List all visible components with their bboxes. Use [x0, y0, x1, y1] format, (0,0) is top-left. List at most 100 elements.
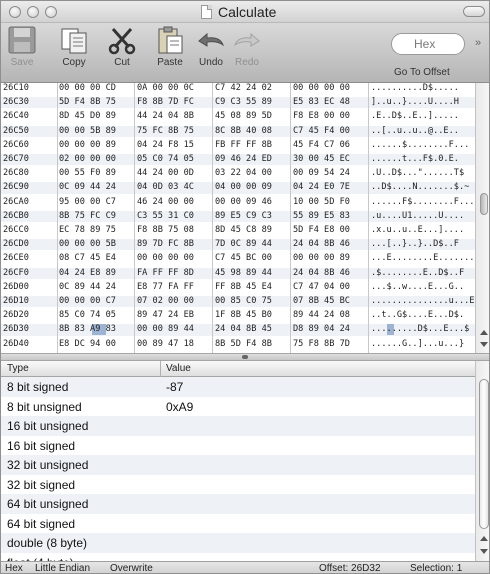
hex-ascii-text[interactable]: ...............u...E. [371, 296, 480, 307]
hex-row-offset[interactable]: 26D40 [3, 339, 55, 350]
hex-byte-group[interactable]: C7 42 24 02 [215, 83, 286, 94]
hex-byte-group[interactable]: E8 77 FA FF [137, 282, 208, 293]
hex-byte-group[interactable]: 95 00 00 C7 [59, 197, 130, 208]
inspector-row[interactable]: double (8 byte) [1, 533, 475, 553]
inspector-row[interactable]: 32 bit signed [1, 474, 475, 494]
hex-byte-group[interactable]: 7D 0C 89 44 [215, 239, 286, 250]
hex-byte-group[interactable]: 24 04 8B 46 [293, 268, 364, 279]
hex-byte-group[interactable]: 24 04 8B 46 [293, 239, 364, 250]
search-field[interactable]: Hex [391, 33, 465, 55]
save-button[interactable]: Save [5, 25, 39, 68]
hex-row[interactable]: 26C70 02 00 00 00 05 C0 74 05 09 46 24 ED 30… [1, 154, 475, 166]
inspector-row[interactable]: 64 bit unsigned [1, 494, 475, 514]
hex-row-offset[interactable]: 26D00 [3, 282, 55, 293]
hex-byte-group[interactable]: 09 46 24 ED [215, 154, 286, 165]
hex-ascii-text[interactable]: ..[..u..u..@..E.. [371, 126, 469, 137]
hex-byte-group[interactable]: 8C 8B 40 08 [215, 126, 286, 137]
scroll-up-arrow-icon[interactable] [480, 330, 488, 335]
hex-byte-group[interactable]: 00 00 00 00 [137, 253, 208, 264]
inspector-row[interactable]: 64 bit signed [1, 513, 475, 533]
hex-byte-group[interactable]: 00 89 47 18 [137, 339, 208, 350]
hex-ascii-text[interactable]: .........D$...E...$ [371, 324, 469, 335]
hex-byte-group[interactable]: F8 E8 00 00 [293, 111, 364, 122]
status-endian[interactable]: Little Endian [35, 563, 90, 573]
hex-byte-group[interactable]: 45 98 89 44 [215, 268, 286, 279]
inspector-scrollbar[interactable] [475, 361, 489, 561]
hex-byte-group[interactable]: 8D 45 D0 89 [59, 111, 130, 122]
inspector-value-cell[interactable]: -87 [166, 380, 183, 394]
hex-row-offset[interactable]: 26D30 [3, 324, 55, 335]
hex-row[interactable]: 26CF0 04 24 E8 89 FA FF FF 8D 45 98 89 44 24… [1, 267, 475, 279]
copy-button[interactable]: Copy [57, 25, 91, 68]
hex-byte-group[interactable]: 0A 00 00 0C [137, 83, 208, 94]
scroll-down-arrow-icon[interactable] [480, 549, 488, 554]
type-column-header[interactable]: Type [7, 363, 29, 374]
hex-ascii-text[interactable]: ..t..G$....E...D$. [371, 310, 469, 321]
hex-row[interactable]: 26C90 0C 09 44 24 04 0D 03 4C 04 00 00 09 04… [1, 182, 475, 194]
hex-byte-group[interactable]: 00 00 00 5B [59, 239, 130, 250]
hex-ascii-text[interactable]: .U..D$..."......T$ [371, 168, 469, 179]
hex-ascii-text[interactable]: ..D$....N.......$.~ [371, 182, 469, 193]
inspector-value-cell[interactable]: 0xA9 [166, 400, 193, 414]
hex-byte-group[interactable]: F8 8B 7D FC [137, 97, 208, 108]
hex-ascii-text[interactable]: ...E........E....... [371, 253, 474, 264]
hex-byte-group[interactable]: 75 F8 8B 7D [293, 339, 364, 350]
hex-view[interactable]: 26C10 00 00 00 CD 0A 00 00 0C C7 42 24 02 00… [1, 83, 489, 353]
hex-byte-group[interactable]: 04 0D 03 4C [137, 182, 208, 193]
hex-byte-group[interactable]: 00 09 54 24 [293, 168, 364, 179]
inspector-scroll-thumb[interactable] [479, 379, 489, 529]
hex-byte-group[interactable]: 89 7D FC 8B [137, 239, 208, 250]
hex-byte-group[interactable]: C9 C3 55 89 [215, 97, 286, 108]
scroll-up-arrow-icon[interactable] [480, 536, 488, 541]
inspector-row[interactable]: 8 bit signed -87 [1, 377, 475, 397]
hex-row-offset[interactable]: 26C30 [3, 97, 55, 108]
hex-row-offset[interactable]: 26C80 [3, 168, 55, 179]
status-insert-mode[interactable]: Overwrite [110, 563, 153, 573]
hex-scrollbar[interactable] [475, 83, 489, 353]
hex-byte-group[interactable]: FA FF FF 8D [137, 268, 208, 279]
hex-byte-group[interactable]: D8 89 04 24 [293, 324, 364, 335]
cut-button[interactable]: Cut [105, 25, 139, 68]
hex-ascii-text[interactable]: .E..D$..E..]..... [371, 111, 469, 122]
hex-byte-group[interactable]: 07 8B 45 BC [293, 296, 364, 307]
inspector-row[interactable]: 16 bit unsigned [1, 416, 475, 436]
hex-row[interactable]: 26CE0 08 C7 45 E4 00 00 00 00 C7 45 BC 00 00… [1, 253, 475, 265]
hex-row[interactable]: 26D30 8B 83 A9 83 00 00 89 44 24 04 8B 45 D8… [1, 324, 475, 336]
hex-row-offset[interactable]: 26C90 [3, 182, 55, 193]
hex-byte-group[interactable]: FB FF FF 8B [215, 140, 286, 151]
toolbar-toggle-button[interactable] [463, 6, 485, 17]
undo-button[interactable]: Undo [191, 25, 231, 68]
hex-byte-group[interactable]: C7 45 BC 00 [215, 253, 286, 264]
inspector-row[interactable]: 8 bit unsigned 0xA9 [1, 396, 475, 416]
hex-byte-group[interactable]: 1F 8B 45 B0 [215, 310, 286, 321]
hex-byte-group[interactable]: 5D F4 E8 00 [293, 225, 364, 236]
hex-byte-group[interactable]: 04 00 00 09 [215, 182, 286, 193]
hex-row-offset[interactable]: 26C10 [3, 83, 55, 94]
hex-row[interactable]: 26CD0 00 00 00 5B 89 7D FC 8B 7D 0C 89 44 24… [1, 239, 475, 251]
hex-row-offset[interactable]: 26D10 [3, 296, 55, 307]
hex-byte-group[interactable]: 00 55 F0 89 [59, 168, 130, 179]
inspector-row[interactable]: 32 bit unsigned [1, 455, 475, 475]
hex-row-offset[interactable]: 26CF0 [3, 268, 55, 279]
hex-byte-group[interactable]: 04 24 E0 7E [293, 182, 364, 193]
inspector-row[interactable]: 16 bit signed [1, 435, 475, 455]
hex-byte-group[interactable]: 0C 89 44 24 [59, 282, 130, 293]
hex-byte-group[interactable]: FF 8B 45 E4 [215, 282, 286, 293]
hex-byte-group[interactable]: 89 47 24 EB [137, 310, 208, 321]
hex-byte-group[interactable]: 8B 75 FC C9 [59, 211, 130, 222]
hex-byte-group[interactable]: 89 E5 C9 C3 [215, 211, 286, 222]
redo-button[interactable]: Redo [227, 25, 267, 68]
hex-byte-group[interactable]: 89 44 24 08 [293, 310, 364, 321]
hex-byte-group[interactable]: 04 24 E8 89 [59, 268, 130, 279]
hex-byte-group[interactable]: E8 DC 94 00 [59, 339, 130, 350]
hex-row-offset[interactable]: 26CE0 [3, 253, 55, 264]
hex-row[interactable]: 26D00 0C 89 44 24 E8 77 FA FF FF 8B 45 E4 C7… [1, 281, 475, 293]
minimize-window-button[interactable] [27, 6, 39, 18]
hex-byte-group[interactable]: 0C 09 44 24 [59, 182, 130, 193]
hex-byte-group[interactable]: 24 04 8B 45 [215, 324, 286, 335]
hex-ascii-text[interactable]: ......G..]...u...} [371, 339, 469, 350]
hex-row[interactable]: 26CB0 8B 75 FC C9 C3 55 31 C0 89 E5 C9 C3 55… [1, 210, 475, 222]
hex-row-offset[interactable]: 26CC0 [3, 225, 55, 236]
hex-ascii-text[interactable]: ......t...F$.0.E. [371, 154, 469, 165]
hex-byte-group[interactable]: 00 00 00 CD [59, 83, 130, 94]
